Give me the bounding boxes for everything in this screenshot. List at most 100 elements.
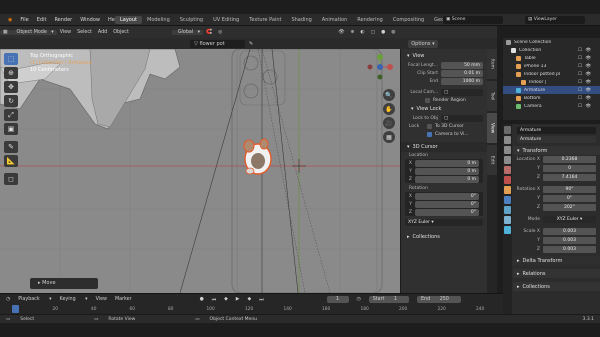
cursor-loc-z-field[interactable]: 0 m (415, 175, 479, 183)
tab-item[interactable]: Item (487, 49, 497, 79)
local-camera-field[interactable]: ▢ (441, 88, 483, 96)
3d-viewport[interactable]: Top Orthographic (1) Collection | Armatu… (0, 49, 400, 293)
visibility-toggle-icon[interactable]: ☐ 👁 (578, 56, 600, 61)
visibility-toggle-icon[interactable]: ☐ 👁 (578, 104, 600, 109)
object-name-field[interactable]: Armature (517, 127, 596, 134)
physics-props-icon[interactable] (504, 206, 511, 214)
scale-x-field[interactable]: 0.003 (543, 228, 596, 235)
jump-end-icon[interactable]: ⏭ (259, 297, 263, 303)
frame-end-field[interactable]: End 250 (417, 296, 461, 303)
world-props-icon[interactable] (504, 176, 511, 184)
jump-start-icon[interactable]: ⏮ (212, 297, 216, 303)
rotate-tool-icon[interactable]: ↻ (4, 95, 18, 107)
move-tool-icon[interactable]: ✥ (4, 81, 18, 93)
blender-logo-icon[interactable]: ◉ (4, 17, 16, 23)
eyedropper-icon[interactable]: ✎ (249, 41, 253, 47)
render-region-checkbox[interactable]: Render Region (401, 96, 487, 104)
last-operator-panel[interactable]: ▸ Move (30, 278, 98, 289)
tab-rendering[interactable]: Rendering (352, 16, 388, 24)
scale-tool-icon[interactable]: ⤢ (4, 109, 18, 121)
menu-window[interactable]: Window (76, 17, 104, 23)
tab-tool[interactable]: Tool (487, 81, 497, 111)
pan-hand-icon[interactable]: ✋ (383, 103, 395, 115)
scale-y-field[interactable]: 0.003 (543, 237, 596, 244)
cursor-rot-y-field[interactable]: 0° (415, 200, 479, 208)
playhead[interactable] (12, 305, 19, 313)
outliner-row[interactable]: Indoor | ☐ 👁 (503, 78, 600, 86)
object-data-field[interactable]: Armature (517, 136, 596, 143)
camera-to-view-checkbox[interactable]: Camera to Vi... (401, 130, 487, 138)
rotation-mode-dropdown[interactable]: XYZ Euler ▾ (543, 216, 596, 223)
clip-start-field[interactable]: 0.01 m (441, 69, 483, 77)
shading-solid-icon[interactable]: ● (378, 30, 388, 35)
navigation-gizmo[interactable] (366, 53, 394, 81)
outliner-row[interactable]: Collection ☐ 👁 (503, 46, 600, 54)
play-icon[interactable]: ▶ (236, 297, 240, 302)
tab-compositing[interactable]: Compositing (388, 16, 429, 24)
tab-view[interactable]: View (487, 113, 497, 143)
render-props-icon[interactable] (504, 136, 511, 144)
visibility-toggle-icon[interactable]: ☐ 👁 (578, 48, 600, 53)
outliner-row[interactable]: Armature ☐ 👁 (503, 86, 600, 94)
overlay-icon[interactable]: ◐ (357, 30, 367, 35)
menu-marker[interactable]: Marker (115, 297, 132, 302)
shading-material-icon[interactable]: ◍ (388, 30, 398, 35)
menu-keying[interactable]: Keying ▾ (60, 297, 88, 302)
tab-shading[interactable]: Shading (286, 16, 316, 24)
camera-view-icon[interactable]: 🎥 (383, 117, 395, 129)
outliner-row[interactable]: iPhone 13 ☐ 👁 (503, 62, 600, 70)
rotation-y-field[interactable]: 0° (543, 195, 596, 202)
next-key-icon[interactable]: ◆ (248, 297, 252, 302)
tool-props-icon[interactable] (504, 126, 511, 134)
transform-section-header[interactable]: Transform (513, 146, 600, 155)
modifier-props-icon[interactable] (504, 196, 511, 204)
menu-object[interactable]: Object (110, 30, 132, 35)
menu-select[interactable]: Select (74, 30, 95, 35)
3d-cursor-section-header[interactable]: 3D Cursor (401, 142, 487, 152)
proportional-icon[interactable]: ◎ (215, 30, 225, 35)
visibility-toggle-icon[interactable]: ☐ 👁 (578, 80, 600, 85)
location-y-field[interactable]: 0 (543, 165, 596, 172)
menu-view-timeline[interactable]: View (96, 297, 107, 302)
scene-selector[interactable]: ▣ Scene (443, 16, 503, 24)
relations-section-header[interactable]: Relations (513, 269, 600, 278)
view-section-header[interactable]: View (401, 51, 487, 61)
editor-type-button[interactable]: ▦ (0, 29, 11, 35)
lock-to-object-field[interactable]: ▢ (441, 114, 483, 122)
location-z-field[interactable]: 7.4164 (543, 174, 596, 181)
zoom-icon[interactable]: 🔍 (383, 89, 395, 101)
cursor-rot-z-field[interactable]: 0° (415, 208, 479, 216)
clip-end-field[interactable]: 1000 m (441, 77, 483, 85)
output-props-icon[interactable] (504, 146, 511, 154)
outliner-row[interactable]: Indoor potted pl ☐ 👁 (503, 70, 600, 78)
options-dropdown[interactable]: Options ▾ (408, 39, 438, 48)
preview-range-icon[interactable]: ◷ (357, 297, 361, 302)
menu-add[interactable]: Add (95, 30, 110, 35)
scale-z-field[interactable]: 0.003 (543, 246, 596, 253)
view-layer-props-icon[interactable] (504, 156, 511, 164)
ortho-grid-icon[interactable]: ▦ (383, 131, 395, 143)
select-box-tool-icon[interactable]: ⬚ (4, 53, 18, 65)
frame-start-field[interactable]: Start 1 (368, 296, 410, 303)
outliner-row[interactable]: Table ☐ 👁 (503, 54, 600, 62)
menu-render[interactable]: Render (50, 17, 76, 23)
outliner-row[interactable]: Camera ☐ 👁 (503, 102, 600, 110)
rotation-x-field[interactable]: 90° (543, 186, 596, 193)
tab-animation[interactable]: Animation (317, 16, 353, 24)
constraints-props-icon[interactable] (504, 216, 511, 224)
add-cube-tool-icon[interactable]: ◻ (4, 173, 18, 185)
transform-tool-icon[interactable]: ▣ (4, 123, 18, 135)
tab-modeling[interactable]: Modeling (142, 16, 175, 24)
prev-key-icon[interactable]: ◆ (224, 297, 228, 302)
lock-to-cursor-checkbox[interactable]: Lock To 3D Cursor (401, 122, 487, 130)
menu-file[interactable]: File (16, 17, 32, 23)
cursor-loc-x-field[interactable]: 0 m (415, 159, 479, 167)
tab-sculpting[interactable]: Sculpting (175, 16, 208, 24)
location-x-field[interactable]: 0.2368 (543, 156, 596, 163)
visibility-toggle-icon[interactable]: ☐ 👁 (578, 72, 600, 77)
annotate-tool-icon[interactable]: ✎ (4, 141, 18, 153)
tab-uv-editing[interactable]: UV Editing (208, 16, 244, 24)
visibility-toggle-icon[interactable]: ☐ 👁 (578, 64, 600, 69)
outliner-row[interactable]: Bottom ☐ 👁 (503, 94, 600, 102)
menu-edit[interactable]: Edit (33, 17, 51, 23)
